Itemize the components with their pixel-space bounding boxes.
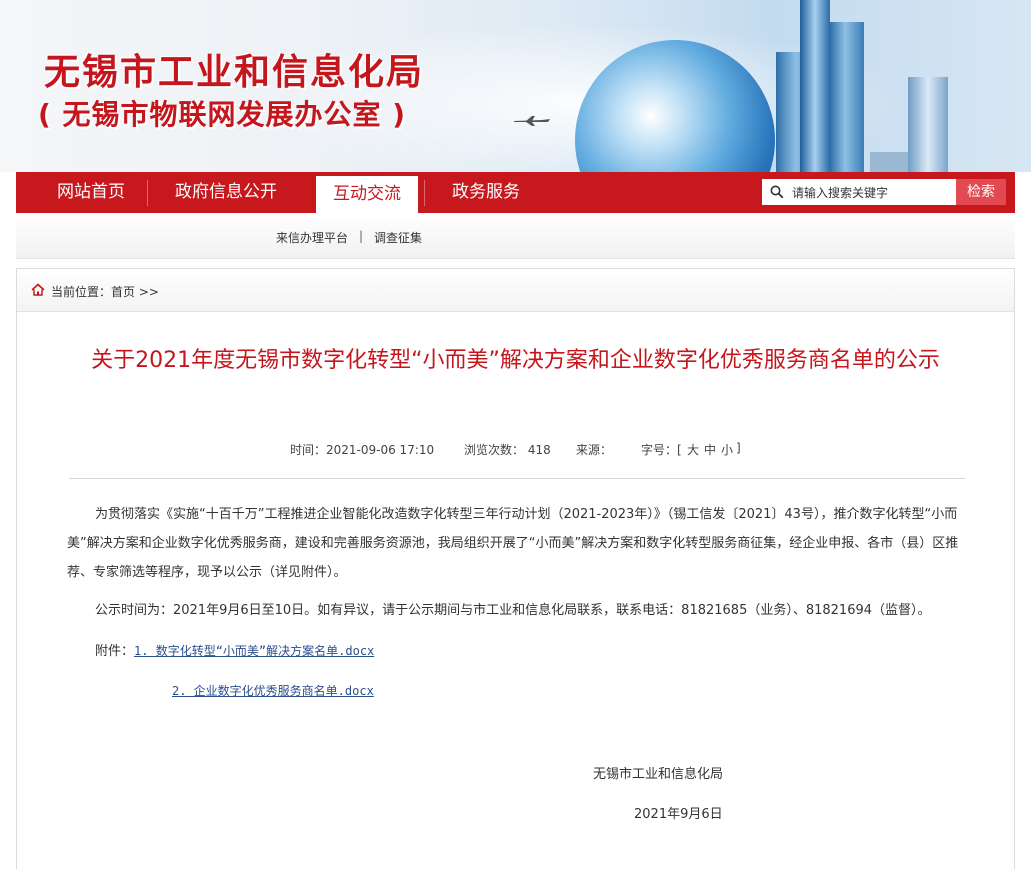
attachments-label: 附件： <box>95 644 135 659</box>
subnav-item-survey[interactable]: 调查征集 <box>374 229 422 246</box>
nav-item-home[interactable]: 网站首页 <box>36 172 146 213</box>
breadcrumb: 当前位置：首页 >> <box>17 269 1014 312</box>
attachment-link-1[interactable]: 1. 数字化转型“小而美”解决方案名单.docx <box>134 644 374 658</box>
subnav-item-letters[interactable]: 来信办理平台 <box>276 229 348 246</box>
site-banner: 无锡市工业和信息化局 ( 无锡市物联网发展办公室 ) <box>0 0 1031 172</box>
nav-item-interaction[interactable]: 互动交流 <box>316 176 418 213</box>
article-paragraph-1: 为贯彻落实《实施“十百千万”工程推进企业智能化改造数字化转型三年行动计划（202… <box>67 507 959 580</box>
signature: 无锡市工业和信息化局 <box>593 767 724 782</box>
source-label: 来源： <box>576 443 613 457</box>
main-nav: 网站首页 政府信息公开 互动交流 政务服务 检索 <box>16 172 1015 213</box>
building-graphic <box>870 152 908 172</box>
nav-separator <box>147 180 148 206</box>
search-box <box>762 179 956 205</box>
nav-separator <box>424 180 425 206</box>
content-panel: 当前位置：首页 >> 关于2021年度无锡市数字化转型“小而美”解决方案和企业数… <box>16 268 1015 869</box>
article-meta: 时间：2021-09-06 17:10 浏览次数： 418 来源： 字号：[ 大… <box>17 441 1014 461</box>
meta-divider <box>69 478 965 479</box>
sub-nav: 来信办理平台 | 调查征集 <box>16 213 1015 259</box>
attachment-2-row: 2. 企业数字化优秀服务商名单.docx <box>172 677 1031 706</box>
publish-time: 时间：2021-09-06 17:10 <box>290 443 435 457</box>
site-subtitle: ( 无锡市物联网发展办公室 ) <box>38 98 407 131</box>
view-count: 浏览次数： 418 <box>464 443 551 457</box>
font-size-label: 字号：[ <box>641 443 682 457</box>
search-input[interactable] <box>790 182 954 204</box>
building-graphic <box>908 77 948 172</box>
airplane-icon <box>514 116 550 126</box>
article-paragraph-2: 公示时间为：2021年9月6日至10日。如有异议，请于公示期间与市工业和信息化局… <box>95 603 931 618</box>
building-graphic <box>830 22 864 172</box>
attachments: 附件：1. 数字化转型“小而美”解决方案名单.docx <box>95 637 995 666</box>
home-icon[interactable] <box>31 283 45 296</box>
search-button[interactable]: 检索 <box>956 179 1006 205</box>
font-size-end: ] <box>736 441 741 455</box>
font-size-medium[interactable]: 中 <box>704 441 716 458</box>
search-icon <box>770 185 784 199</box>
breadcrumb-text[interactable]: 当前位置：首页 >> <box>51 283 159 300</box>
building-graphic <box>800 0 830 172</box>
attachment-link-2[interactable]: 2. 企业数字化优秀服务商名单.docx <box>172 684 374 698</box>
article-title: 关于2021年度无锡市数字化转型“小而美”解决方案和企业数字化优秀服务商名单的公… <box>91 348 940 373</box>
font-size-large[interactable]: 大 <box>687 441 699 458</box>
subnav-separator: | <box>359 229 364 243</box>
nav-item-gov-info[interactable]: 政府信息公开 <box>156 172 296 213</box>
signature-date: 2021年9月6日 <box>634 807 723 822</box>
site-title: 无锡市工业和信息化局 <box>44 52 425 93</box>
nav-item-services[interactable]: 政务服务 <box>436 172 536 213</box>
font-size-small[interactable]: 小 <box>721 441 733 458</box>
